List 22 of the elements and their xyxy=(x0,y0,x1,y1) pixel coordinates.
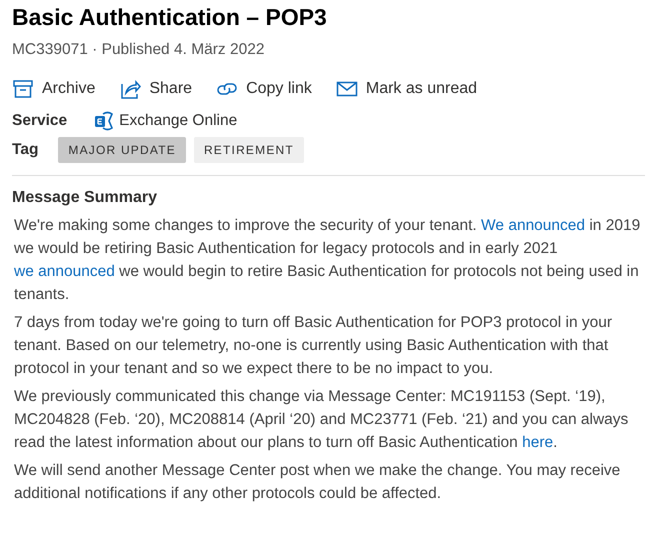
service-label: Service xyxy=(12,111,68,132)
page-title: Basic Authentication – POP3 xyxy=(12,3,328,32)
service-name: Exchange Online xyxy=(119,111,238,132)
text-link[interactable]: We announced xyxy=(481,216,586,234)
text-link[interactable]: we announced xyxy=(14,262,115,280)
mark-unread-button[interactable]: Mark as unread xyxy=(336,77,478,102)
section-heading: Message Summary xyxy=(12,188,158,208)
paragraph: We will send another Message Center post when we make the change. You may receive additional notifications if any other protocols could be affected. xyxy=(14,460,622,504)
tag-label: Tag xyxy=(12,140,38,160)
copy-link-button[interactable]: Copy link xyxy=(216,77,312,102)
archive-icon xyxy=(12,78,34,100)
archive-button[interactable]: Archive xyxy=(12,77,96,102)
text-link[interactable]: here xyxy=(522,434,554,450)
tag[interactable]: RETIREMENT xyxy=(194,136,304,162)
exchange-icon xyxy=(93,110,116,132)
paragraph: We're making some changes to improve the security of your tenant. We announced in 2019 we would be retiring Basic Authentication for legacy protocols and in early 2021 we announced we would begin to retire Basic Authentication for protocols not being used in tenants. xyxy=(14,216,642,304)
publish-info: MC339071 · Published 4. März 2022 xyxy=(12,40,266,60)
paragraph: We previously communicated this change via Message Center: MC191153 (Sept. ‘19), MC204828 (Feb. ‘20), MC208814 (April ‘20) and MC23771 (Feb. ‘21) and you can always read the latest information about our plans to turn off Basic Authentication here. xyxy=(14,386,630,452)
share-icon xyxy=(119,78,142,100)
tag[interactable]: MAJOR UPDATE xyxy=(58,136,186,162)
paragraph: 7 days from today we're going to turn off Basic Authentication for POP3 protocol in your tenant. Based on our telemetry, no-one is currently using Basic Authentication with that protocol in your tenant and so we expect there to be no impact to you. xyxy=(14,312,614,378)
share-button[interactable]: Share xyxy=(119,77,192,102)
